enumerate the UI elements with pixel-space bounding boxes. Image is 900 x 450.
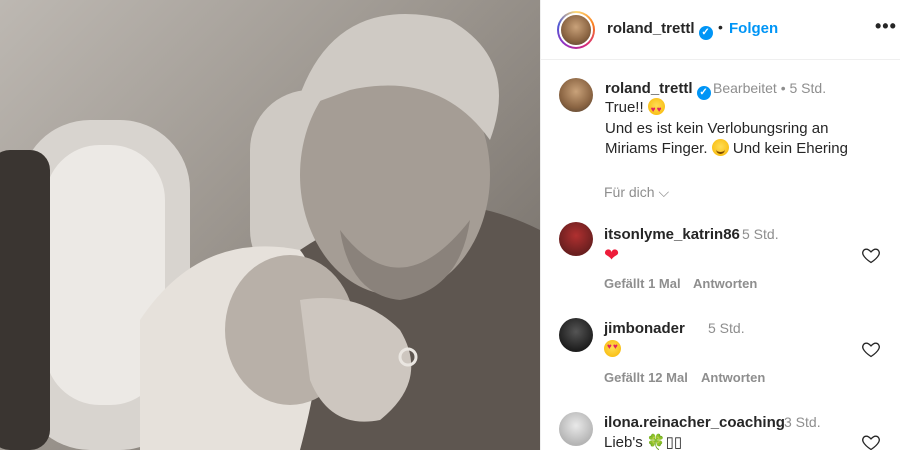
post-side-panel: roland_trettl ✓ • Folgen ••• roland_trett…	[540, 0, 900, 450]
heart-outline-icon[interactable]	[861, 339, 881, 359]
post-photo[interactable]	[0, 0, 540, 450]
author-avatar[interactable]	[559, 13, 593, 47]
heart-eyes-emoji-icon	[647, 98, 665, 120]
post-header: roland_trettl ✓ • Folgen •••	[541, 0, 900, 60]
comment-time: 5 Std.	[708, 320, 745, 336]
header-separator: •	[718, 19, 723, 35]
caption-line-1: True!!	[605, 98, 665, 120]
caption-text-3b: Und kein Ehering	[732, 140, 848, 157]
caption-text-3: Miriams Finger.	[605, 140, 708, 157]
caption-line-3: Miriams Finger. Und kein Ehering	[605, 139, 848, 159]
for-you-dropdown[interactable]: Für dich ⌵	[604, 184, 669, 201]
comment-text: ❤	[604, 245, 620, 265]
verified-badge-icon: ✓	[696, 86, 711, 100]
comment-avatar[interactable]	[559, 412, 593, 446]
caption-username-text[interactable]: roland_trettl	[605, 80, 693, 97]
caption-avatar[interactable]	[559, 78, 593, 112]
author-avatar-story-ring[interactable]	[557, 11, 595, 49]
caption-username[interactable]: roland_trettl ✓	[605, 80, 711, 100]
verified-badge-icon: ✓	[698, 26, 713, 40]
author-username-text[interactable]: roland_trettl	[607, 20, 695, 37]
heart-eyes-emoji-icon	[604, 340, 621, 357]
heart-outline-icon[interactable]	[861, 432, 881, 450]
caption-meta: Bearbeitet • 5 Std.	[713, 80, 827, 96]
comment-likes[interactable]: Gefällt 1 Mal	[604, 276, 681, 291]
comment-time: 5 Std.	[742, 226, 779, 242]
smile-emoji-icon	[711, 139, 729, 156]
comment-username[interactable]: ilona.reinacher_coaching	[604, 414, 785, 431]
seat	[0, 150, 50, 450]
comment-avatar[interactable]	[559, 222, 593, 256]
follow-button[interactable]: Folgen	[729, 20, 778, 37]
comment-username[interactable]: itsonlyme_katrin86	[604, 226, 740, 243]
comment-time: 3 Std.	[784, 414, 821, 430]
caption-line-2: Und es ist kein Verlobungsring an	[605, 120, 829, 137]
comment-avatar[interactable]	[559, 318, 593, 352]
post-image	[0, 14, 540, 450]
author-username[interactable]: roland_trettl ✓	[607, 20, 713, 40]
comment-likes[interactable]: Gefällt 12 Mal	[604, 370, 688, 385]
comment-text	[604, 340, 621, 358]
comment-username[interactable]: jimbonader	[604, 320, 685, 337]
heart-outline-icon[interactable]	[861, 245, 881, 265]
more-options-icon[interactable]: •••	[875, 16, 897, 37]
caption-text-1: True!!	[605, 99, 644, 116]
comment-text: Lieb's 🍀▯▯	[604, 434, 683, 450]
comment-reply-button[interactable]: Antworten	[693, 276, 757, 291]
comment-reply-button[interactable]: Antworten	[701, 370, 765, 385]
